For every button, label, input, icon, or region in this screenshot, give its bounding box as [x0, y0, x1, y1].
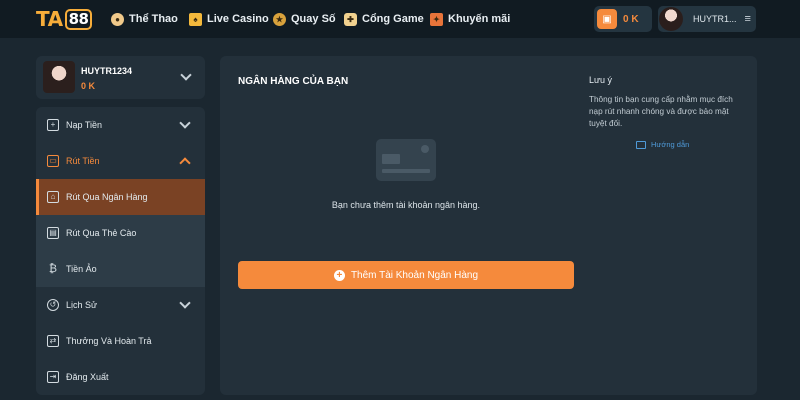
history-icon: ↺	[47, 299, 59, 311]
sidebar-item-label: Tiền Ảo	[66, 264, 97, 274]
plus-icon: +	[333, 269, 345, 281]
guide-link-label: Hướng dẫn	[651, 140, 690, 149]
empty-state-message: Bạn chưa thêm tài khoản ngân hàng.	[331, 200, 481, 210]
sidebar-item-label: Rút Qua Thẻ Cào	[66, 228, 137, 238]
sidebar-item-withdraw-bank[interactable]: ⌂ Rút Qua Ngân Hàng	[36, 179, 205, 215]
wallet-balance[interactable]: ▣ 0 K	[594, 6, 652, 32]
nav-live-casino[interactable]: ♠ Live Casino	[189, 0, 269, 38]
sidebar-item-withdraw[interactable]: ▭ Rút Tiền	[36, 143, 205, 179]
logo-badge: 88	[64, 8, 93, 30]
nav-game-portal[interactable]: ✚ Cổng Game	[344, 0, 424, 38]
note-text: Thông tin bạn cung cấp nhằm mục đích nạp…	[589, 95, 733, 128]
note-title: Lưu ý	[589, 75, 613, 85]
sidebar-item-label: Rút Qua Ngân Hàng	[66, 192, 148, 202]
bank-icon: ⌂	[47, 191, 59, 203]
nav-lottery[interactable]: ★ Quay Số	[273, 0, 336, 38]
add-bank-account-button[interactable]: + Thêm Tài Khoản Ngân Hàng	[238, 261, 574, 289]
bitcoin-icon: ₿	[48, 262, 58, 275]
nav-label: Thể Thao	[129, 13, 178, 25]
sidebar-item-label: Đăng Xuất	[66, 372, 109, 382]
avatar	[659, 7, 683, 31]
book-icon	[636, 140, 646, 149]
brand-logo[interactable]: TA 88	[36, 7, 93, 31]
top-navigation-bar: TA 88 ● Thể Thao ♠ Live Casino ★ Quay Số…	[0, 0, 800, 38]
sidebar-item-label: Nạp Tiền	[66, 120, 103, 130]
cards-icon: ♠	[189, 12, 202, 26]
nav-label: Live Casino	[207, 13, 269, 25]
profile-name: HUYTR1234	[81, 66, 133, 76]
wallet-value: 0 K	[623, 13, 639, 25]
sidebar-item-crypto[interactable]: ₿ Tiền Ảo	[36, 251, 205, 287]
card-icon: ▤	[47, 227, 59, 239]
lottery-icon: ★	[273, 12, 286, 26]
bank-accounts-panel: NGÂN HÀNG CỦA BẠN Bạn chưa thêm tài khoả…	[220, 56, 757, 395]
sidebar-item-rewards[interactable]: ⇄ Thưởng Và Hoàn Trả	[36, 323, 205, 359]
gift-icon: ✦	[430, 12, 443, 26]
logo-text: TA	[36, 7, 63, 31]
guide-link[interactable]: Hướng dẫn	[636, 140, 689, 149]
sidebar-item-label: Thưởng Và Hoàn Trả	[66, 336, 152, 346]
account-menu: + Nạp Tiền ▭ Rút Tiền ⌂ Rút Qua Ngân Hàn…	[36, 107, 205, 395]
chevron-down-icon	[179, 297, 191, 309]
nav-promotions[interactable]: ✦ Khuyến mãi	[430, 0, 510, 38]
sidebar-item-history[interactable]: ↺ Lịch Sử	[36, 287, 205, 323]
chevron-up-icon	[179, 157, 191, 169]
empty-card-icon	[376, 139, 436, 181]
ball-icon: ●	[111, 12, 124, 26]
wallet-icon: ▣	[597, 9, 617, 29]
menu-icon: ≡	[744, 13, 751, 25]
username: HUYTR1...	[693, 14, 737, 24]
nav-label: Cổng Game	[362, 13, 424, 25]
chevron-down-icon	[180, 69, 192, 81]
nav-sports[interactable]: ● Thể Thao	[111, 0, 178, 38]
reward-icon: ⇄	[47, 335, 59, 347]
nav-label: Quay Số	[291, 13, 336, 25]
logout-icon: ⇥	[47, 371, 59, 383]
profile-balance: 0 K	[81, 81, 96, 91]
sidebar-item-withdraw-card[interactable]: ▤ Rút Qua Thẻ Cào	[36, 215, 205, 251]
withdraw-icon: ▭	[47, 155, 59, 167]
sidebar-item-deposit[interactable]: + Nạp Tiền	[36, 107, 205, 143]
gamepad-icon: ✚	[344, 12, 357, 26]
nav-label: Khuyến mãi	[448, 13, 511, 25]
chevron-down-icon	[179, 117, 191, 129]
add-bank-account-label: Thêm Tài Khoản Ngân Hàng	[350, 269, 479, 281]
page-title: NGÂN HÀNG CỦA BẠN	[238, 76, 349, 87]
user-menu[interactable]: HUYTR1... ≡	[658, 6, 756, 32]
profile-card[interactable]: HUYTR1234 0 K	[36, 56, 205, 99]
sidebar-item-label: Lịch Sử	[66, 300, 98, 310]
sidebar-item-label: Rút Tiền	[66, 156, 100, 166]
profile-avatar	[43, 61, 75, 93]
sidebar-item-logout[interactable]: ⇥ Đăng Xuất	[36, 359, 205, 395]
deposit-icon: +	[47, 119, 59, 131]
